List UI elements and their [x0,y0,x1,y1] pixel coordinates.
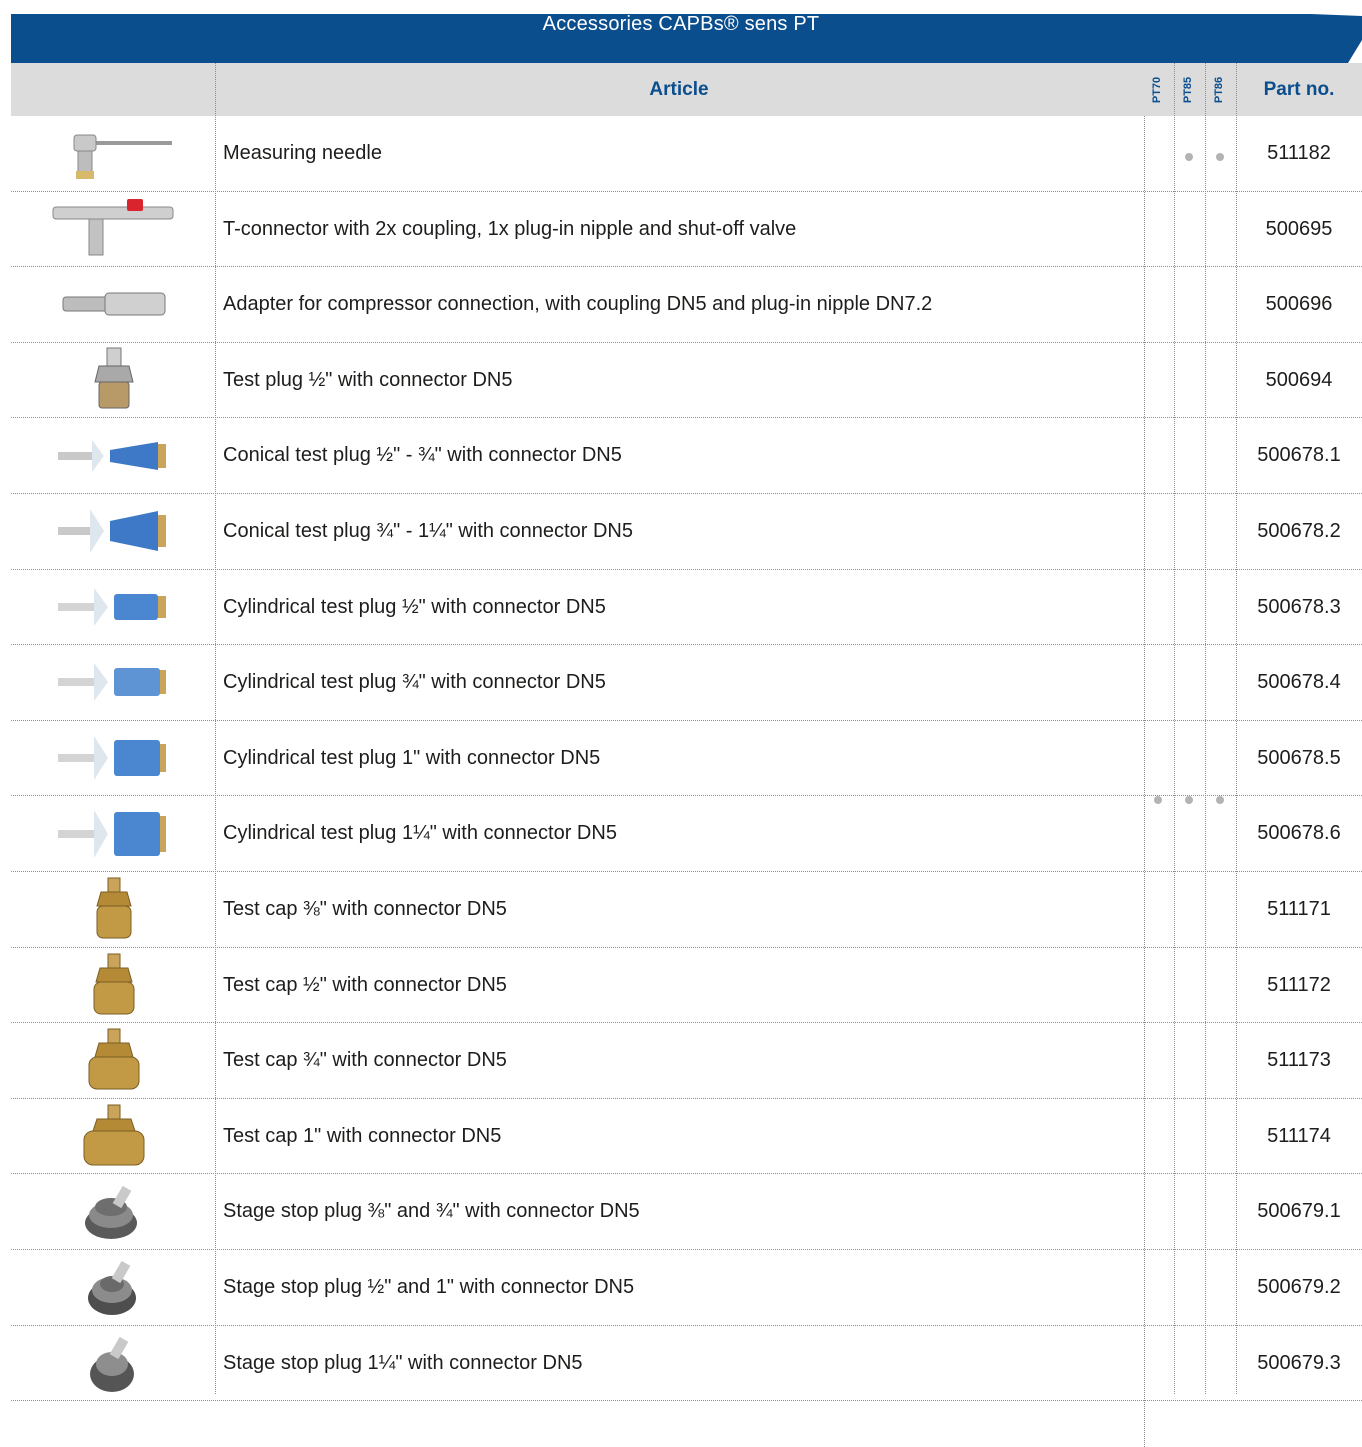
article-name: Adapter for compressor connection, with … [223,293,933,316]
article-table: Measuring needle 511182 T-connector with… [11,116,1362,1402]
part-number: 500678.4 [1257,671,1341,694]
compat-dot-pt85 [1185,153,1193,161]
part-number: 500695 [1265,217,1333,240]
part-number: 500678.3 [1257,595,1341,618]
table-row: Cylindrical test plug ¾" with connector … [11,645,1362,721]
test-plug-icon [11,343,216,418]
cylindrical-plug-icon [11,796,216,871]
table-row: Conical test plug ¾" - 1¼" with connecto… [11,494,1362,570]
column-header-article: Article [649,79,709,100]
article-name: Conical test plug ½" - ¾" with connector… [223,444,622,467]
part-number: 500678.5 [1257,746,1341,769]
column-header-pt86: PT86 [1213,76,1225,103]
part-number: 500679.3 [1257,1351,1341,1374]
part-number: 500678.1 [1257,444,1341,467]
compat-dot-pt86 [1216,796,1224,804]
article-name: Stage stop plug 1¼" with connector DN5 [223,1351,583,1374]
table-row: Adapter for compressor connection, with … [11,267,1362,343]
table-row: Cylindrical test plug 1" with connector … [11,721,1362,797]
test-cap-icon [11,1099,216,1174]
article-name: Stage stop plug ⅜" and ¾" with connector… [223,1200,640,1223]
article-name: Test plug ½" with connector DN5 [223,368,513,391]
table-row: Conical test plug ½" - ¾" with connector… [11,418,1362,494]
table-row: Test plug ½" with connector DN5 500694 [11,343,1362,419]
article-name: Test cap 1" with connector DN5 [223,1124,502,1147]
article-name: Stage stop plug ½" and 1" with connector… [223,1275,635,1298]
column-header-pt70: PT70 [1151,76,1163,103]
compat-dot-pt70 [1154,796,1162,804]
table-row: Stage stop plug 1¼" with connector DN5 5… [11,1326,1362,1402]
table-title: Accessories CAPBs® sens PT [542,13,820,35]
part-number: 511172 [1267,973,1331,996]
compat-dot-pt86 [1216,153,1224,161]
table-row: Measuring needle 511182 [11,116,1362,192]
test-cap-icon [11,948,216,1023]
test-cap-icon [11,872,216,947]
part-number: 500696 [1265,293,1333,316]
part-number: 511173 [1267,1049,1331,1072]
conical-plug-icon [11,494,216,569]
table-row: Cylindrical test plug ½" with connector … [11,570,1362,646]
table-row: Cylindrical test plug 1¼" with connector… [11,796,1362,872]
measuring-needle-icon [11,116,216,191]
table-row: Stage stop plug ½" and 1" with connector… [11,1250,1362,1326]
cylindrical-plug-icon [11,570,216,645]
conical-plug-icon [11,418,216,493]
article-name: Test cap ¾" with connector DN5 [223,1049,507,1072]
part-number: 500679.2 [1257,1275,1341,1298]
article-name: Test cap ½" with connector DN5 [223,973,507,996]
adapter-icon [11,267,216,342]
part-number: 500678.6 [1257,822,1341,845]
column-header-row: Article PT70 PT85 PT86 Part no. [11,63,1362,116]
test-cap-icon [11,1023,216,1098]
part-number: 511171 [1267,897,1331,920]
t-connector-icon [11,192,216,267]
table-row: Test cap 1" with connector DN5 511174 [11,1099,1362,1175]
article-name: T-connector with 2x coupling, 1x plug-in… [223,217,797,240]
column-header-pt85: PT85 [1182,76,1194,103]
table-row: T-connector with 2x coupling, 1x plug-in… [11,192,1362,268]
cylindrical-plug-icon [11,721,216,796]
cylindrical-plug-icon [11,645,216,720]
part-number: 500694 [1265,368,1333,391]
table-row: Test cap ¾" with connector DN5 511173 [11,1023,1362,1099]
article-name: Cylindrical test plug 1¼" with connector… [223,822,617,845]
stage-stop-plug-icon [11,1174,216,1249]
article-name: Cylindrical test plug 1" with connector … [223,746,601,769]
article-name: Conical test plug ¾" - 1¼" with connecto… [223,519,633,542]
table-row: Stage stop plug ⅜" and ¾" with connector… [11,1174,1362,1250]
table-row: Test cap ⅜" with connector DN5 511171 [11,872,1362,948]
article-name: Test cap ⅜" with connector DN5 [223,897,507,920]
stage-stop-plug-icon [11,1326,216,1401]
column-header-part-no: Part no. [1263,79,1335,100]
article-name: Cylindrical test plug ½" with connector … [223,595,606,618]
part-number: 511174 [1267,1124,1331,1147]
article-name: Cylindrical test plug ¾" with connector … [223,671,606,694]
part-number: 511182 [1267,142,1331,164]
compat-dot-pt85 [1185,796,1193,804]
stage-stop-plug-icon [11,1250,216,1325]
table-row: Test cap ½" with connector DN5 511172 [11,948,1362,1024]
part-number: 500679.1 [1257,1200,1341,1223]
part-number: 500678.2 [1257,519,1341,542]
article-name: Measuring needle [223,142,382,164]
